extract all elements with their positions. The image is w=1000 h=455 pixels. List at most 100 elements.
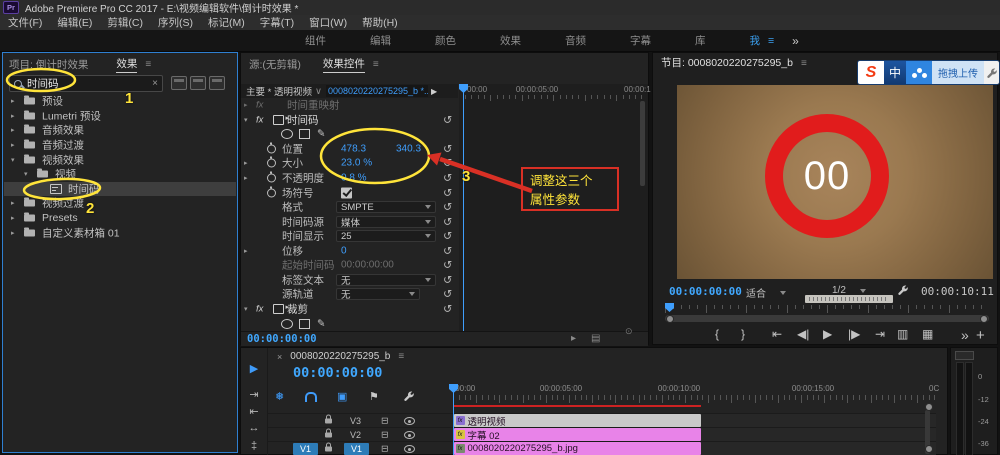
selection-tool[interactable]: ▶ <box>250 362 258 375</box>
menu-标记[interactable]: 标记(M) <box>208 15 245 30</box>
effect-row-场符号[interactable]: 场符号↺ <box>241 185 458 200</box>
clip-透明视频[interactable]: fx透明视频 <box>454 414 701 427</box>
stopwatch-icon[interactable] <box>267 174 276 183</box>
add-button[interactable]: + <box>976 327 985 344</box>
chevron-down-icon[interactable]: ▾ <box>24 170 28 178</box>
param-value[interactable]: 340.3 <box>396 143 421 154</box>
effect-row-大小[interactable]: ▸大小23.0 %↺ <box>241 156 458 171</box>
reset-icon[interactable]: ↺ <box>443 259 452 272</box>
tab-effect-controls[interactable]: 效果控件 <box>323 56 365 73</box>
workspace-tab-组件[interactable]: 组件 <box>283 33 348 48</box>
track-lane-V2[interactable]: fx字幕 02 <box>453 427 936 442</box>
panel-menu-icon[interactable]: ≡ <box>768 35 774 47</box>
stopwatch-icon[interactable] <box>267 159 276 168</box>
panel-menu-icon[interactable]: ≡ <box>398 351 404 362</box>
chevron-right-icon[interactable]: ▸ <box>11 141 15 149</box>
accelerated-effects-filter-icon[interactable] <box>171 76 187 90</box>
mark-out-button[interactable]: } <box>741 327 745 341</box>
reset-icon[interactable]: ↺ <box>443 172 452 185</box>
chevron-right-icon[interactable]: ▸ <box>11 97 15 105</box>
toggle-output-eye-icon[interactable] <box>404 445 415 453</box>
scrollbar-handle[interactable] <box>640 101 645 186</box>
sogou-logo-icon[interactable]: S <box>858 61 884 84</box>
play-button[interactable]: ▶ <box>823 327 832 341</box>
toggle-output-eye-icon[interactable] <box>404 431 415 439</box>
chevron-right-icon[interactable]: ▸ <box>11 126 15 134</box>
track-lane-V1[interactable]: fx0008020220275295_b.jpg <box>453 441 936 455</box>
effect-row-起始时间码[interactable]: 起始时间码00:00:00:00↺ <box>241 258 458 273</box>
chevron-right-icon[interactable]: ▸ <box>244 174 248 182</box>
ime-account-icon[interactable] <box>906 61 932 84</box>
clip-0008020220275295_b.jpg[interactable]: fx0008020220275295_b.jpg <box>454 442 701 455</box>
sogou-ime-toolbar[interactable]: S 中 拖拽上传 <box>857 60 1000 85</box>
pen-tool[interactable]: ‡ <box>251 440 257 452</box>
mask-rect-icon[interactable] <box>299 129 310 139</box>
timeline-scroll-dot[interactable] <box>925 403 933 411</box>
workspace-tab-效果[interactable]: 效果 <box>478 33 543 48</box>
panel-menu-icon[interactable]: ≡ <box>373 59 379 70</box>
track-lane-V3[interactable]: fx透明视频 <box>453 413 936 428</box>
chevron-right-icon[interactable]: ▸ <box>11 199 15 207</box>
mask-ellipse-icon[interactable] <box>281 319 293 329</box>
mask-rect-icon[interactable] <box>299 319 310 329</box>
step-forward-button[interactable]: |▶ <box>848 327 860 341</box>
mark-in-button[interactable]: { <box>715 327 719 341</box>
slip-tool[interactable]: ↔ <box>249 422 260 434</box>
playback-resolution-select[interactable]: 1/2 <box>832 285 866 296</box>
transport-overflow-button[interactable]: » <box>961 327 969 343</box>
chevron-down-icon[interactable]: ▾ <box>244 116 248 124</box>
tree-item-自定义素材箱 01[interactable]: ▸自定义素材箱 01 <box>4 225 236 240</box>
chevron-down-icon[interactable]: ▾ <box>11 156 15 164</box>
menu-文件[interactable]: 文件(F) <box>8 15 42 30</box>
reset-icon[interactable]: ↺ <box>443 142 452 155</box>
lift-button[interactable]: ▥ <box>897 327 908 341</box>
param-select-标签文本[interactable]: 无 <box>336 274 436 286</box>
param-value[interactable]: 23.0 % <box>341 158 372 169</box>
tab-effects[interactable]: 效果 <box>116 56 137 73</box>
delete-effect-icon[interactable]: ▤ <box>591 333 600 344</box>
nest-sequence-icon[interactable]: ❅ <box>275 390 284 403</box>
ime-settings-wrench-icon[interactable] <box>984 61 999 84</box>
program-mini-ruler[interactable] <box>665 303 989 315</box>
effect-row-格式[interactable]: 格式SMPTE↺ <box>241 200 458 215</box>
timeline-timecode[interactable]: 00:00:00:00 <box>293 365 382 381</box>
workspace-tab-音频[interactable]: 音频 <box>543 33 608 48</box>
menu-序列[interactable]: 序列(S) <box>158 15 193 30</box>
reset-icon[interactable]: ↺ <box>443 230 452 243</box>
mask-pen-icon[interactable]: ✎ <box>317 318 325 329</box>
clear-search-icon[interactable]: × <box>152 78 158 89</box>
scroll-dot-icon[interactable]: ⊙ <box>625 326 633 337</box>
chevron-right-icon[interactable]: ▸ <box>244 247 248 255</box>
zoom-handle-left[interactable] <box>666 315 674 323</box>
zoom-handle-right[interactable] <box>980 315 988 323</box>
expand-arrow-icon[interactable]: ▶ <box>431 87 437 96</box>
workspace-tab-编辑[interactable]: 编辑 <box>348 33 413 48</box>
toggle-output-eye-icon[interactable] <box>404 417 415 425</box>
workspace-tab-字幕[interactable]: 字幕 <box>608 33 673 48</box>
reset-icon[interactable]: ↺ <box>443 273 452 286</box>
reset-icon[interactable]: ↺ <box>443 113 452 126</box>
program-zoom-scrollbar[interactable] <box>665 315 989 322</box>
tree-item-视频过渡[interactable]: ▸视频过渡 <box>4 196 236 211</box>
caret-down-icon[interactable]: ∨ <box>315 86 322 97</box>
tree-item-Presets[interactable]: ▸Presets <box>4 211 236 226</box>
chevron-right-icon[interactable]: ▸ <box>244 159 248 167</box>
linked-selection-icon[interactable]: ▣ <box>337 390 347 403</box>
param-value[interactable]: 0 <box>341 245 347 256</box>
effect-row-位置[interactable]: 位置478.3340.3↺ <box>241 142 458 157</box>
menu-字幕[interactable]: 字幕(T) <box>260 15 294 30</box>
chevron-right-icon[interactable]: ▸ <box>11 112 15 120</box>
sync-lock-icon[interactable]: ⊟ <box>381 444 389 455</box>
tab-source-monitor[interactable]: 源:(无剪辑) <box>249 57 301 72</box>
tree-item-时间码[interactable]: 时间码 <box>4 182 236 197</box>
sync-lock-icon[interactable]: ⊟ <box>381 430 389 441</box>
menu-编辑[interactable]: 编辑(E) <box>57 15 92 30</box>
reset-icon[interactable]: ↺ <box>443 157 452 170</box>
reset-icon[interactable]: ↺ <box>443 201 452 214</box>
go-to-in-button[interactable]: ⇤ <box>772 327 782 341</box>
chevron-right-icon[interactable]: ▸ <box>11 214 15 222</box>
reset-icon[interactable]: ↺ <box>443 244 452 257</box>
param-select-时间码源[interactable]: 媒体 <box>336 216 436 228</box>
sync-lock-icon[interactable]: ⊟ <box>381 416 389 427</box>
panel-menu-icon[interactable]: ≡ <box>145 59 151 70</box>
